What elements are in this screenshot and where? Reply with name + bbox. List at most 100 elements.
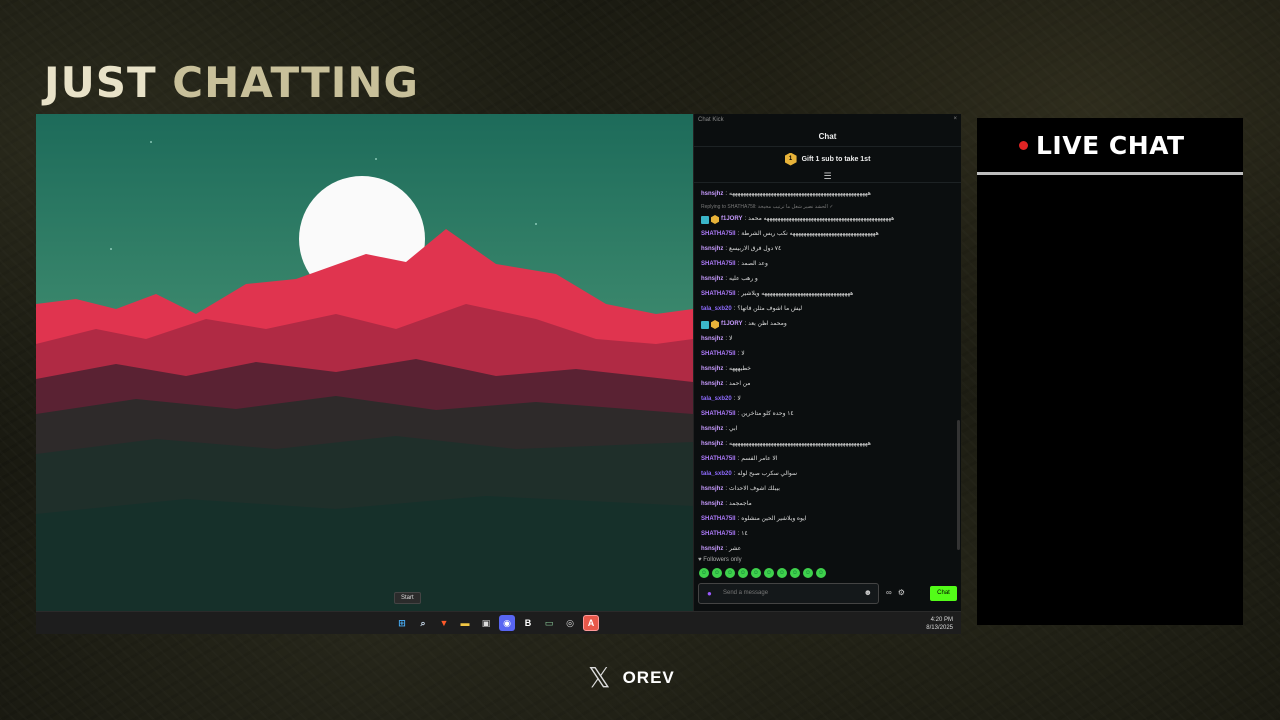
chat-text: عشر bbox=[729, 546, 742, 552]
emote-icon[interactable]: ☺ bbox=[699, 568, 709, 578]
clock-date: 8/13/2025 bbox=[926, 625, 953, 631]
emote-icon[interactable]: ☺ bbox=[738, 568, 748, 578]
start-tooltip: Start bbox=[394, 592, 421, 604]
chat-username[interactable]: tala_sxb20 bbox=[701, 302, 732, 317]
search-icon[interactable]: ⌕ bbox=[415, 615, 431, 631]
clock-time: 4:20 PM bbox=[930, 617, 953, 623]
chat-message: hsnsjhz: و رهب عليه bbox=[701, 272, 958, 287]
chat-username[interactable]: hsnsjhz bbox=[701, 377, 723, 392]
chat-scrollbar[interactable] bbox=[957, 420, 960, 550]
emote-icon[interactable]: ☺ bbox=[764, 568, 774, 578]
chat-text: لا bbox=[741, 351, 745, 357]
chat-message: tala_sxb20: ليش ما اشوف مثلن فاتها؟ bbox=[701, 302, 958, 317]
chat-send-button[interactable]: Chat bbox=[930, 586, 957, 601]
community-icon[interactable]: ∞ bbox=[886, 588, 892, 597]
chat-message: SHATHA75ll: لا bbox=[701, 347, 958, 362]
gear-icon[interactable]: ⚙ bbox=[898, 588, 905, 597]
chat-message: hsnsjhz: ماجمجمد bbox=[701, 497, 958, 512]
chat-text: لا bbox=[737, 396, 741, 402]
chat-message: f1JORY: ومحمد اظن بعد bbox=[701, 317, 958, 332]
kick-app-icon[interactable]: A bbox=[583, 615, 599, 631]
emote-icon[interactable]: ☺ bbox=[790, 568, 800, 578]
emote-icon[interactable]: ☺ bbox=[712, 568, 722, 578]
file-explorer-icon[interactable]: ▬ bbox=[457, 615, 473, 631]
emote-icon[interactable]: ☺ bbox=[803, 568, 813, 578]
chat-username[interactable]: SHATHA75ll bbox=[701, 407, 736, 422]
chat-username[interactable]: f1JORY bbox=[721, 317, 742, 332]
chat-message: SHATHA75ll: ايوه ويلاشير الحين منشلوه bbox=[701, 512, 958, 527]
windows-start-icon[interactable]: ⊞ bbox=[394, 615, 410, 631]
chat-text: من احمد bbox=[729, 381, 751, 387]
filter-icon[interactable]: ☰ bbox=[694, 171, 961, 183]
subscriber-badge-icon bbox=[701, 215, 709, 224]
wallpaper bbox=[36, 114, 693, 611]
bold-app-icon[interactable]: B bbox=[520, 615, 536, 631]
chat-message: tala_sxb20: سوالي سكرب صبح لوله bbox=[701, 467, 958, 482]
emoji-icon[interactable]: ☻ bbox=[864, 588, 872, 597]
chat-username[interactable]: hsnsjhz bbox=[701, 242, 723, 257]
chat-text: لا bbox=[729, 336, 733, 342]
brave-browser-icon[interactable]: ▼ bbox=[436, 615, 452, 631]
emote-icon[interactable]: ☺ bbox=[751, 568, 761, 578]
chat-message: hsnsjhz:٧٤ دول فرق الاربيسع bbox=[701, 242, 958, 257]
gift-sub-banner[interactable]: 1 Gift 1 sub to take 1st bbox=[694, 147, 961, 171]
chat-username[interactable]: SHATHA75ll bbox=[701, 512, 736, 527]
gifter-badge-icon bbox=[711, 215, 719, 224]
emote-icon[interactable]: ☺ bbox=[816, 568, 826, 578]
chat-message: SHATHA75ll: الا عامر الفسم bbox=[701, 452, 958, 467]
chat-message: hsnsjhz: من احمد bbox=[701, 377, 958, 392]
desktop-capture: Start Chat Kick × Chat 1 Gift 1 sub to t… bbox=[36, 114, 961, 634]
microphone-icon[interactable]: ● bbox=[707, 589, 712, 598]
chat-username[interactable]: hsnsjhz bbox=[701, 497, 723, 512]
chat-username[interactable]: hsnsjhz bbox=[701, 482, 723, 497]
chat-text: هههههههههههههههههههههههههههههههههههههههه… bbox=[748, 216, 895, 222]
live-chat-label: LIVE CHAT bbox=[1036, 130, 1185, 160]
chat-username[interactable]: SHATHA75ll bbox=[701, 257, 736, 272]
chat-username[interactable]: SHATHA75ll bbox=[701, 452, 736, 467]
gift-text: Gift 1 sub to take 1st bbox=[801, 155, 871, 163]
chat-header: Chat bbox=[694, 127, 961, 147]
social-handle: OREV bbox=[622, 668, 675, 687]
store-icon[interactable]: ▣ bbox=[478, 615, 494, 631]
chat-text: ايوه ويلاشير الحين منشلوه bbox=[741, 516, 807, 522]
close-icon[interactable]: × bbox=[953, 116, 957, 122]
title-word-2: CHATTING bbox=[172, 58, 419, 107]
discord-icon[interactable]: ◉ bbox=[499, 615, 515, 631]
obs-icon[interactable]: ◎ bbox=[562, 615, 578, 631]
chat-message: SHATHA75ll: ههههههههههههههههههههههههههههه… bbox=[701, 287, 958, 302]
chat-username[interactable]: tala_sxb20 bbox=[701, 392, 732, 407]
chat-message: f1JORY: هههههههههههههههههههههههههههههههه… bbox=[701, 212, 958, 227]
chat-text: ١٤ bbox=[741, 531, 748, 537]
chat-username[interactable]: hsnsjhz bbox=[701, 187, 723, 202]
window-app-name: Chat Kick bbox=[698, 117, 724, 123]
chat-username[interactable]: hsnsjhz bbox=[701, 437, 723, 452]
chat-username[interactable]: SHATHA75ll bbox=[701, 287, 736, 302]
chat-username[interactable]: hsnsjhz bbox=[701, 272, 723, 287]
chat-message: SHATHA75ll:١٤ bbox=[701, 527, 958, 542]
window-titlebar: Chat Kick × bbox=[694, 114, 961, 127]
chat-username[interactable]: f1JORY bbox=[721, 212, 742, 227]
chat-username[interactable]: SHATHA75ll bbox=[701, 527, 736, 542]
chat-username[interactable]: hsnsjhz bbox=[701, 542, 723, 557]
chat-username[interactable]: tala_sxb20 bbox=[701, 467, 732, 482]
chat-username[interactable]: SHATHA75ll bbox=[701, 347, 736, 362]
emote-icon[interactable]: ☺ bbox=[725, 568, 735, 578]
chat-username[interactable]: hsnsjhz bbox=[701, 422, 723, 437]
followers-only-text: Followers only bbox=[703, 557, 742, 563]
chat-username[interactable]: hsnsjhz bbox=[701, 332, 723, 347]
terminal-icon[interactable]: ▭ bbox=[541, 615, 557, 631]
chat-text: ماجمجمد bbox=[729, 501, 752, 507]
chat-username[interactable]: hsnsjhz bbox=[701, 362, 723, 377]
chat-message: hsnsjhz: لا bbox=[701, 332, 958, 347]
live-chat-header: LIVE CHAT bbox=[977, 118, 1243, 172]
chat-username[interactable]: SHATHA75ll bbox=[701, 227, 736, 242]
chat-message: SHATHA75ll: ههههههههههههههههههههههههههههه… bbox=[701, 227, 958, 242]
message-input[interactable]: ● Send a message ☻ bbox=[698, 583, 879, 604]
emote-icon[interactable]: ☺ bbox=[777, 568, 787, 578]
taskbar-clock[interactable]: 4:20 PM 8/13/2025 bbox=[926, 616, 953, 632]
message-placeholder: Send a message bbox=[723, 590, 769, 596]
divider bbox=[977, 172, 1243, 175]
chat-text: ليش ما اشوف مثلن فاتها؟ bbox=[737, 306, 803, 312]
gifter-badge-icon bbox=[711, 320, 719, 329]
chat-text: هههههههههههههههههههههههههههههههههههههههه… bbox=[729, 441, 871, 447]
